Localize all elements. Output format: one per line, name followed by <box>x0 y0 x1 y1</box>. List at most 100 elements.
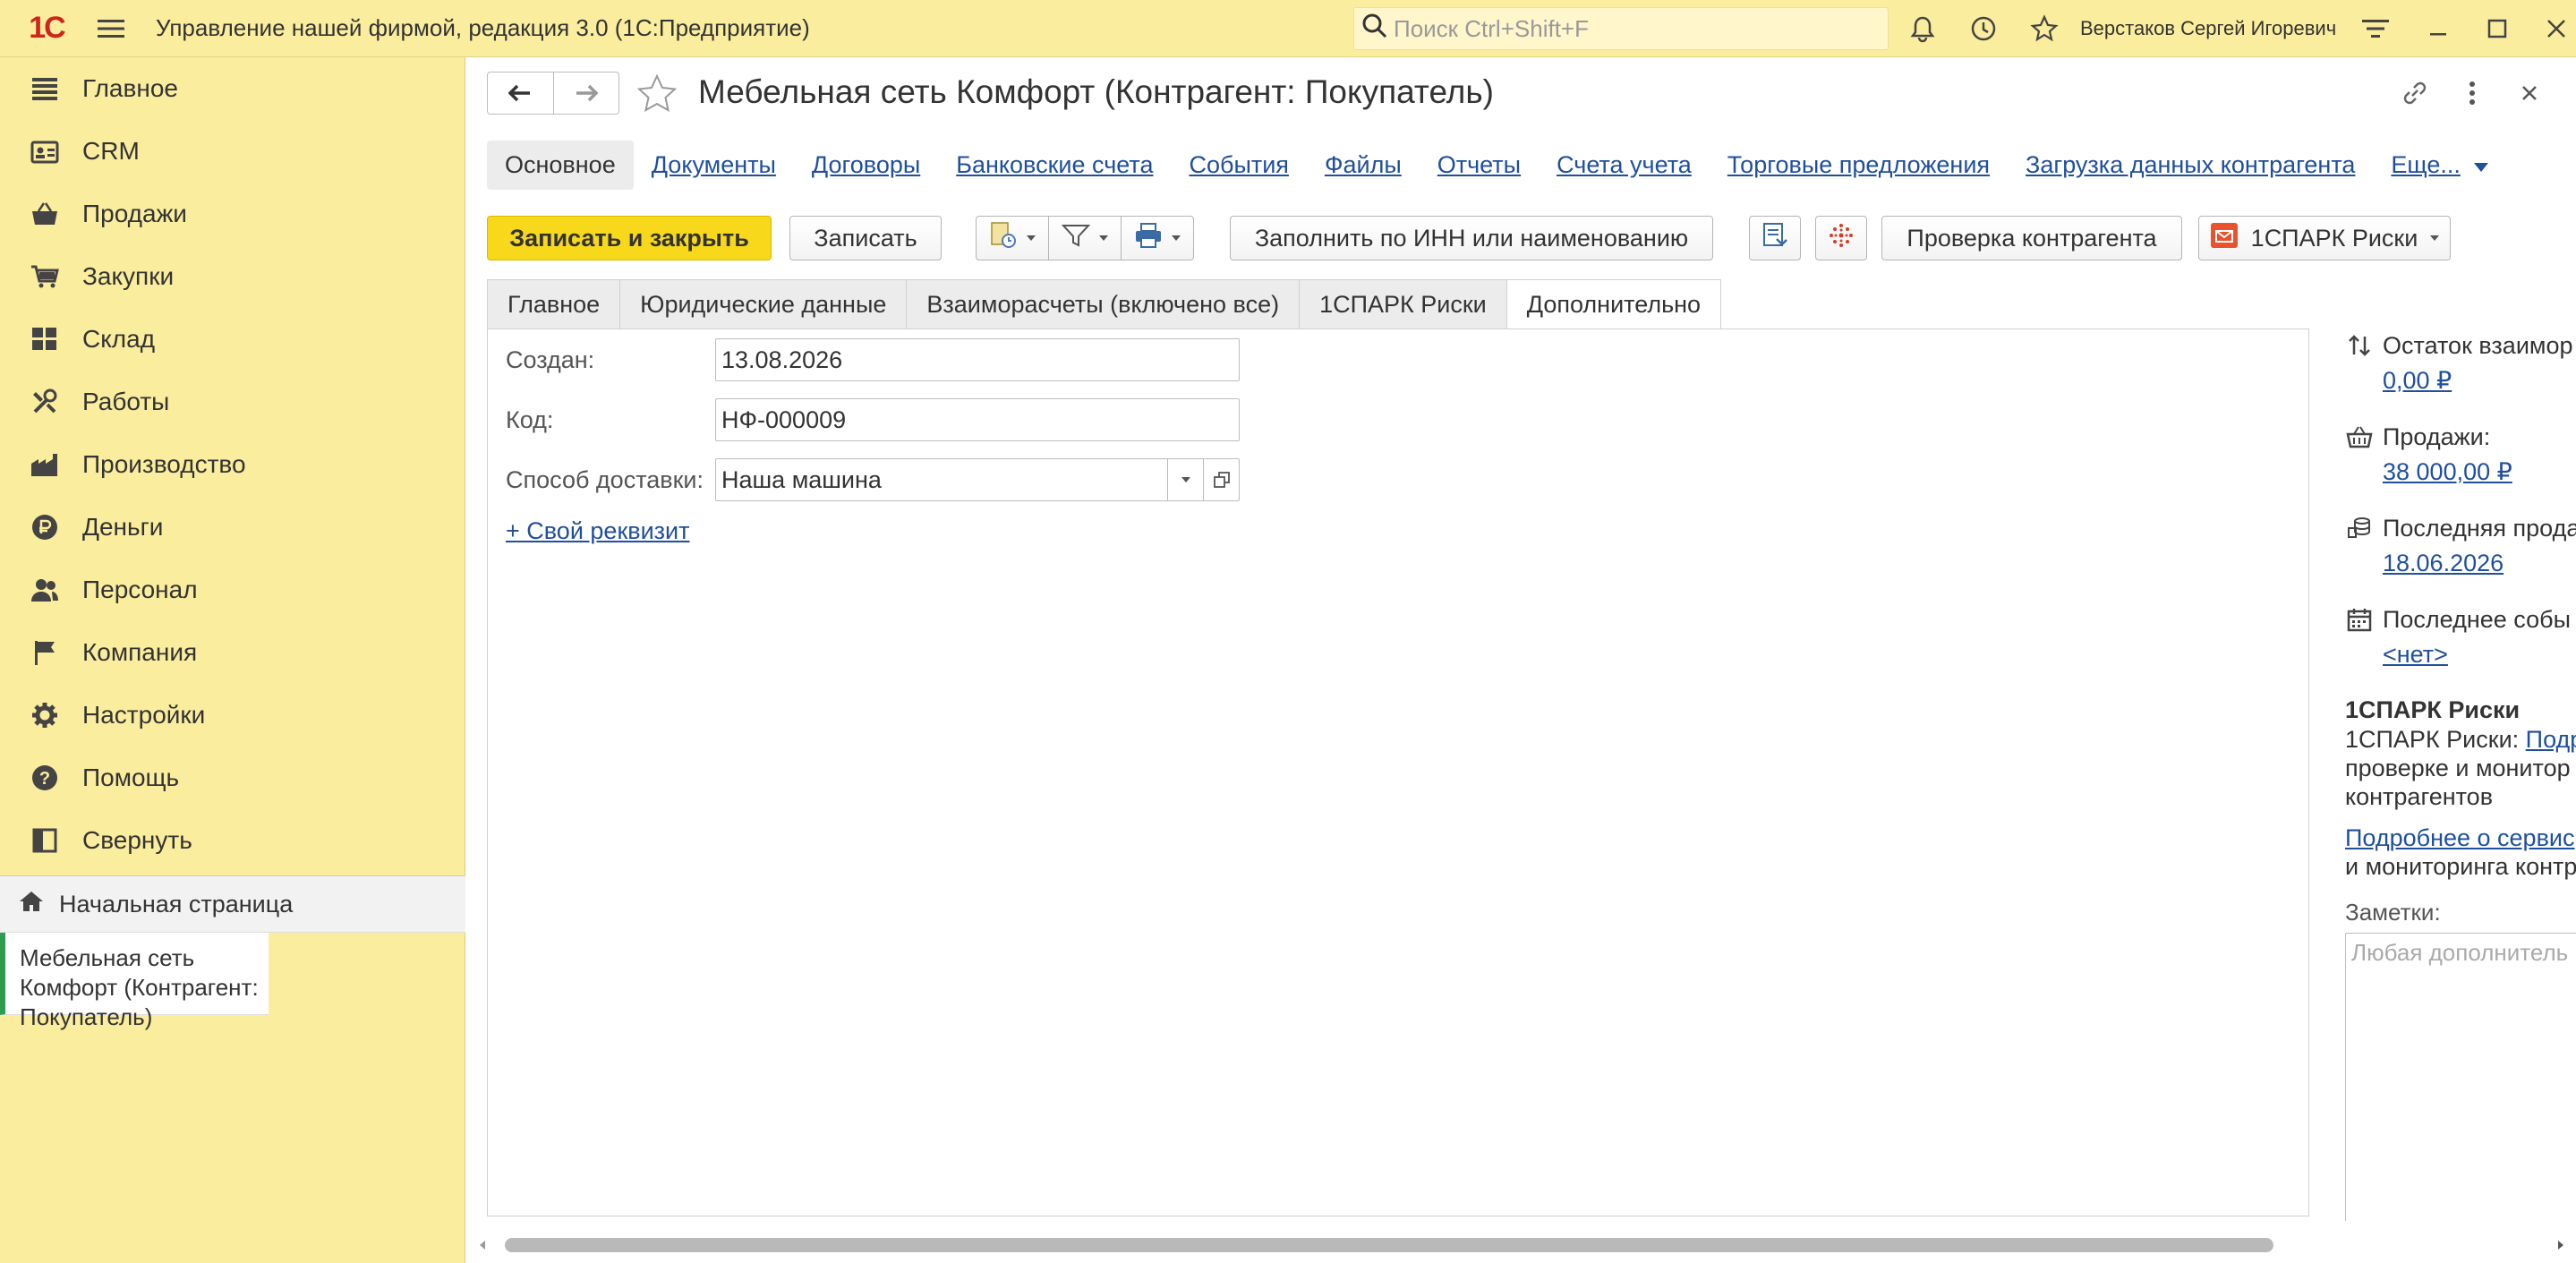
code-field[interactable] <box>715 398 1240 441</box>
created-input[interactable] <box>716 339 1239 380</box>
main-menu-icon[interactable] <box>93 11 129 47</box>
spark-dots-button[interactable] <box>1815 216 1867 260</box>
link-trade-offers[interactable]: Торговые предложения <box>1727 151 1990 179</box>
add-custom-field-link[interactable]: + Свой реквизит <box>506 517 690 545</box>
save-button[interactable]: Записать <box>789 216 942 260</box>
scroll-left-icon[interactable] <box>474 1237 490 1253</box>
back-arrow-icon[interactable] <box>488 73 553 114</box>
delivery-select[interactable] <box>715 458 1240 501</box>
tab-spark-risks[interactable]: 1СПАРК Риски <box>1299 279 1506 329</box>
sidebar-item-sales[interactable]: Продажи <box>0 183 465 245</box>
save-and-close-button[interactable]: Записать и закрыть <box>487 216 772 260</box>
dropdown-caret-icon <box>1027 235 1036 241</box>
more-vertical-icon[interactable] <box>2452 73 2492 113</box>
bell-icon[interactable] <box>1905 11 1941 47</box>
search-box[interactable] <box>1353 7 1889 50</box>
sales-value[interactable]: 38 000,00 ₽ <box>2383 458 2576 486</box>
created-label: Создан: <box>506 346 595 373</box>
sales-title: Продажи: <box>2383 422 2491 450</box>
form-navigation: Основное Документы Договоры Банковские с… <box>487 138 2489 192</box>
open-document-tab[interactable]: Мебельная сеть Комфорт (Контрагент: Поку… <box>0 933 269 1030</box>
link-load-data[interactable]: Загрузка данных контрагента <box>2026 151 2355 179</box>
link-events[interactable]: События <box>1189 151 1288 179</box>
link-contracts[interactable]: Договоры <box>812 151 920 179</box>
balance-title: Остаток взаимор <box>2383 331 2573 359</box>
sidebar-item-collapse[interactable]: Свернуть <box>0 809 465 872</box>
sidebar-item-crm[interactable]: CRM <box>0 120 465 183</box>
spark-details-link[interactable]: Подр <box>2526 726 2576 753</box>
fill-by-inn-button[interactable]: Заполнить по ИНН или наименованию <box>1230 216 1713 260</box>
last-sale-value[interactable]: 18.06.2026 <box>2383 550 2576 577</box>
sidebar-item-label: Главное <box>82 74 178 102</box>
created-field[interactable] <box>715 338 1240 381</box>
sidebar: Главное CRM Продажи Закупки Склад Работы… <box>0 57 465 1263</box>
notes-box <box>2345 933 2576 1221</box>
sidebar-item-personnel[interactable]: Персонал <box>0 559 465 621</box>
link-main[interactable]: Основное <box>487 140 634 190</box>
link-documents[interactable]: Документы <box>652 151 776 179</box>
spark-risks-button[interactable]: 1СПАРК Риски <box>2198 216 2451 260</box>
tab-additional[interactable]: Дополнительно <box>1506 279 1722 329</box>
collapse-icon <box>29 824 61 857</box>
scroll-right-icon[interactable] <box>2553 1237 2569 1253</box>
last-event-value[interactable]: <нет> <box>2383 641 2576 669</box>
home-page-link[interactable]: Начальная страница <box>0 875 465 933</box>
scroll-track[interactable] <box>496 1238 2547 1252</box>
cart-icon <box>29 260 61 293</box>
close-window-icon[interactable] <box>2538 11 2574 47</box>
favorite-star-icon[interactable] <box>635 72 678 115</box>
check-counterparty-button[interactable]: Проверка контрагента <box>1881 216 2182 260</box>
history-icon[interactable] <box>1966 11 2001 47</box>
print-button[interactable] <box>1121 217 1193 260</box>
dropdown-caret-icon <box>2430 235 2440 241</box>
delivery-input[interactable] <box>716 459 1168 500</box>
sidebar-item-help[interactable]: ? Помощь <box>0 747 465 809</box>
maximize-icon[interactable] <box>2479 11 2515 47</box>
dropdown-button[interactable] <box>1167 459 1203 500</box>
sidebar-item-main[interactable]: Главное <box>0 57 465 120</box>
link-bank-accounts[interactable]: Банковские счета <box>956 151 1153 179</box>
favorites-star-icon[interactable] <box>2026 11 2062 47</box>
sidebar-item-purchases[interactable]: Закупки <box>0 245 465 308</box>
create-based-on-button[interactable] <box>977 217 1048 260</box>
scroll-thumb[interactable] <box>505 1238 2273 1252</box>
notes-textarea[interactable] <box>2351 939 2576 1221</box>
balance-value[interactable]: 0,00 ₽ <box>2383 367 2576 395</box>
1c-logo: 1С <box>29 11 65 45</box>
link-icon[interactable] <box>2395 73 2435 113</box>
tab-main[interactable]: Главное <box>487 279 620 329</box>
info-panel: Остаток взаимор 0,00 ₽ Продажи: 38 000,0… <box>2345 272 2576 1221</box>
horizontal-scrollbar[interactable] <box>474 1235 2569 1255</box>
open-item-button[interactable] <box>1203 459 1239 500</box>
filter-button[interactable] <box>1048 217 1121 260</box>
spark-more-link[interactable]: Подробнее о сервис <box>2345 824 2575 851</box>
sidebar-item-settings[interactable]: Настройки <box>0 684 465 747</box>
report-icon <box>1761 221 1789 256</box>
sidebar-item-money[interactable]: Деньги <box>0 496 465 559</box>
report-icon-button[interactable] <box>1749 216 1801 260</box>
sidebar-item-production[interactable]: Производство <box>0 433 465 496</box>
link-accounts[interactable]: Счета учета <box>1557 151 1692 179</box>
user-name[interactable]: Верстаков Сергей Игоревич <box>2080 17 2336 40</box>
sidebar-item-works[interactable]: Работы <box>0 371 465 433</box>
sidebar-item-warehouse[interactable]: Склад <box>0 308 465 371</box>
sidebar-item-label: Свернуть <box>82 826 192 854</box>
tab-legal-data[interactable]: Юридические данные <box>619 279 907 329</box>
forward-arrow-icon[interactable] <box>552 73 619 114</box>
link-files[interactable]: Файлы <box>1325 151 1402 179</box>
factory-icon <box>29 448 61 481</box>
spark-envelope-icon <box>2210 222 2239 255</box>
sidebar-item-company[interactable]: Компания <box>0 621 465 684</box>
crm-card-icon <box>29 135 61 167</box>
chevron-down-icon <box>2473 151 2489 179</box>
dropdown-caret-icon <box>1172 235 1181 241</box>
more-links-button[interactable]: Еще... <box>2391 151 2488 179</box>
search-input[interactable] <box>1394 14 1877 43</box>
code-input[interactable] <box>716 399 1239 440</box>
spark-more: Подробнее о сервис и мониторинга контр <box>2345 824 2576 881</box>
minimize-icon[interactable] <box>2420 11 2456 47</box>
close-form-icon[interactable] <box>2510 73 2549 113</box>
link-reports[interactable]: Отчеты <box>1437 151 1521 179</box>
tab-settlements[interactable]: Взаиморасчеты (включено все) <box>906 279 1300 329</box>
settings-lines-icon[interactable] <box>2358 11 2393 47</box>
